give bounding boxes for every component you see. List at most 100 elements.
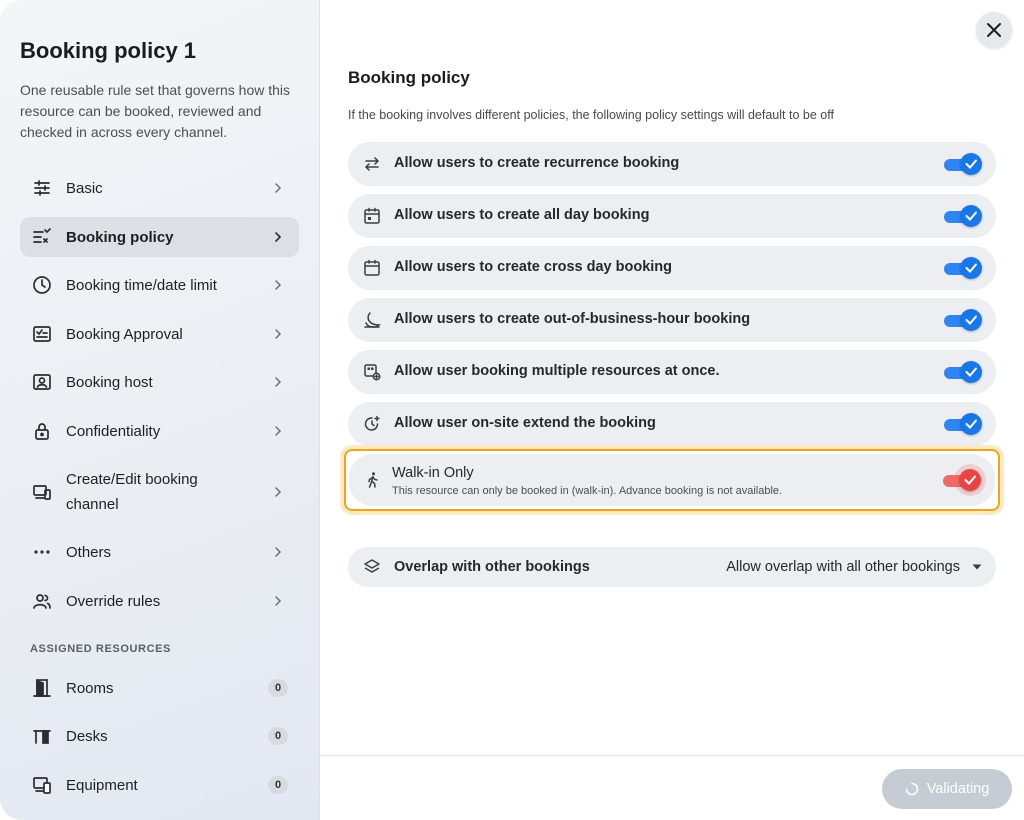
setting-row-recurrence: Allow users to create recurrence booking [348,142,996,186]
check-icon [965,263,977,273]
sidebar-item-label: Booking Approval [66,325,183,343]
resource-item-rooms[interactable]: Rooms 0 [20,668,299,708]
door-icon [31,677,53,699]
resource-label: Rooms [66,679,114,697]
footer-bar: Validating [320,755,1024,820]
sidebar-item-basic[interactable]: Basic [20,168,299,208]
policy-title: Booking policy 1 [20,38,197,63]
setting-row-cross-day: Allow users to create cross day booking [348,246,996,290]
calendar-range-icon [362,258,382,278]
check-icon [964,475,976,485]
setting-label: Allow users to create recurrence booking [394,155,680,171]
sidebar-item-booking-policy[interactable]: Booking policy [20,217,299,257]
check-icon [965,419,977,429]
cross-day-toggle[interactable] [944,257,982,279]
recurrence-toggle[interactable] [944,153,982,175]
setting-row-out-of-hours: Allow users to create out-of-business-ho… [348,298,996,342]
sidebar-item-confidentiality[interactable]: Confidentiality [20,411,299,451]
desk-icon [31,725,53,747]
chevron-right-icon [275,183,282,193]
sidebar-item-label: Booking time/date limit [66,276,217,294]
setting-label: Allow users to create out-of-business-ho… [394,311,751,327]
repeat-icon [362,154,382,174]
sidebar-item-label: Booking policy [66,228,174,246]
chevron-right-icon [275,232,282,242]
overlap-dropdown[interactable]: Allow overlap with all other bookings [726,547,982,587]
chevron-right-icon [275,596,282,606]
moon-icon [362,310,382,330]
section-subtitle: If the booking involves different polici… [348,108,834,122]
caret-down-icon [972,564,982,570]
sidebar-item-label: Override rules [66,592,161,610]
sidebar-item-label: Confidentiality [66,422,161,440]
lock-icon [31,420,53,442]
section-title: Booking policy [348,68,470,87]
sidebar-item-label: Booking host [66,373,153,391]
sidebar-item-booking-approval[interactable]: Booking Approval [20,314,299,354]
onsite-extend-toggle[interactable] [944,413,982,435]
all-day-toggle[interactable] [944,205,982,227]
assigned-resources-heading: ASSIGNED RESOURCES [30,643,171,655]
setting-row-overlap: Overlap with other bookings Allow overla… [348,547,996,587]
multiple-resources-toggle[interactable] [944,361,982,383]
overlap-label: Overlap with other bookings [394,559,590,575]
setting-label: Allow user on-site extend the booking [394,415,656,431]
setting-row-all-day: Allow users to create all day booking [348,194,996,238]
check-icon [965,159,977,169]
sidebar-item-others[interactable]: Others [20,532,299,572]
sidebar: Booking policy 1 One reusable rule set t… [0,0,320,820]
spinner-icon [905,782,918,796]
setting-label: Allow users to create cross day booking [394,259,672,275]
list-check-icon [31,226,53,248]
setting-row-onsite-extend: Allow user on-site extend the booking [348,402,996,446]
out-of-hours-toggle[interactable] [944,309,982,331]
chevron-right-icon [275,329,282,339]
chevron-right-icon [275,377,282,387]
check-icon [965,211,977,221]
setting-label: Allow users to create all day booking [394,207,650,223]
host-icon [31,371,53,393]
close-button[interactable] [976,12,1012,48]
close-icon [987,23,1001,37]
resource-label: Equipment [66,776,138,794]
walk-in-highlight: Walk-in Only This resource can only be b… [344,449,1000,511]
clock-icon [31,274,53,296]
resource-item-desks[interactable]: Desks 0 [20,716,299,756]
calendar-icon [362,206,382,226]
multi-resource-icon [362,362,382,382]
resource-label: Desks [66,727,108,745]
setting-row-multiple-resources: Allow user booking multiple resources at… [348,350,996,394]
sidebar-item-booking-time-limit[interactable]: Booking time/date limit [20,265,299,305]
walk-in-title: Walk-in Only [392,465,474,481]
equipment-icon [31,774,53,796]
devices-icon [31,481,53,503]
approval-icon [31,323,53,345]
main-panel: Booking policy If the booking involves d… [320,0,1024,820]
resource-item-equipment[interactable]: Equipment 0 [20,765,299,805]
chevron-right-icon [275,547,282,557]
overlap-value: Allow overlap with all other bookings [726,559,960,575]
chevron-right-icon [275,280,282,290]
policy-description: One reusable rule set that governs how t… [20,82,291,140]
resource-count-badge: 0 [268,776,288,794]
sliders-icon [31,177,53,199]
sidebar-item-booking-channel[interactable]: Create/Edit booking channel [20,466,299,518]
resource-count-badge: 0 [268,727,288,745]
sidebar-item-label: Others [66,543,112,561]
setting-label: Allow user booking multiple resources at… [394,363,720,379]
sidebar-item-booking-host[interactable]: Booking host [20,362,299,402]
sidebar-item-label: Basic [66,179,103,197]
check-icon [965,367,977,377]
sidebar-item-label: Create/Edit booking channel [66,471,198,513]
check-icon [965,315,977,325]
walk-in-toggle[interactable] [943,464,986,496]
setting-row-walk-in: Walk-in Only This resource can only be b… [349,454,995,506]
validating-button[interactable]: Validating [882,769,1012,809]
chevron-right-icon [275,487,282,497]
resource-count-badge: 0 [268,679,288,697]
walk-in-description: This resource can only be booked in (wal… [392,485,783,497]
more-icon [31,541,53,563]
walking-person-icon [363,470,383,490]
sidebar-item-override-rules[interactable]: Override rules [20,581,299,621]
users-icon [31,590,53,612]
